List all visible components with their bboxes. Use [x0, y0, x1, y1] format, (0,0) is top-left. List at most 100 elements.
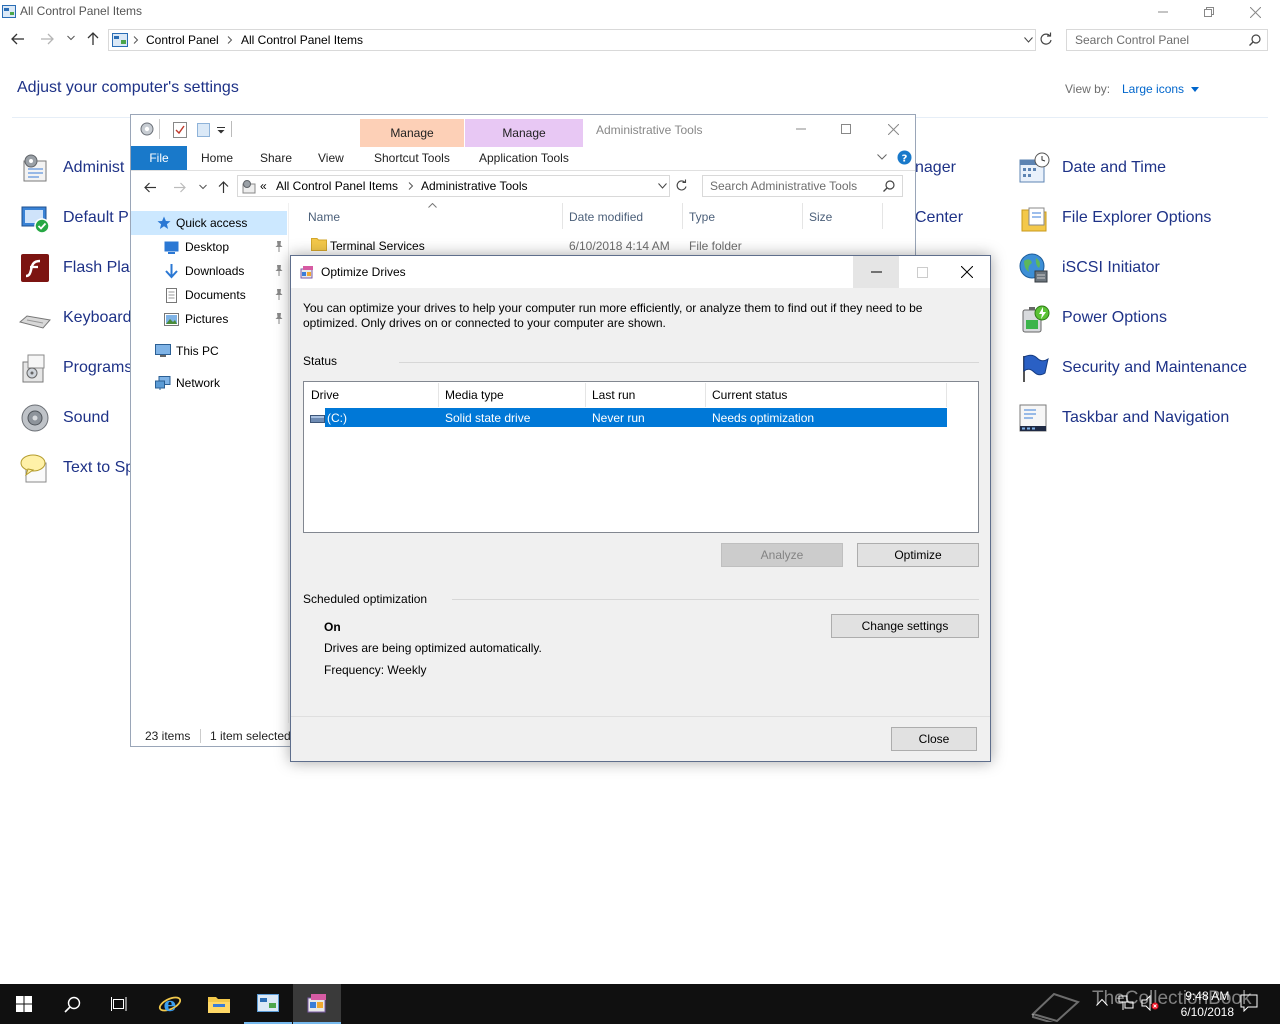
close-button[interactable]: Close	[891, 727, 977, 751]
column-divider[interactable]	[438, 383, 439, 407]
forward-arrow-icon[interactable]	[173, 181, 186, 194]
column-divider[interactable]	[946, 383, 947, 407]
column-divider[interactable]	[682, 203, 683, 229]
close-window-button[interactable]	[1232, 0, 1278, 24]
taskbar-clock[interactable]: 9:48 AM 6/10/2018	[1181, 988, 1234, 1020]
address-bar[interactable]: Control Panel All Control Panel Items	[108, 29, 1036, 51]
column-divider[interactable]	[562, 203, 563, 229]
taskbar-optimize-drives[interactable]	[293, 984, 341, 1024]
nav-desktop[interactable]: Desktop	[131, 235, 287, 259]
breadcrumb-all-items[interactable]: All Control Panel Items	[276, 179, 398, 193]
cp-item-security-and-maintenance[interactable]: Security and Maintenance	[1018, 348, 1247, 388]
search-taskbar-button[interactable]	[48, 984, 96, 1024]
forward-arrow-icon[interactable]	[40, 32, 54, 46]
up-arrow-icon[interactable]	[217, 180, 230, 194]
nav-downloads[interactable]: Downloads	[131, 259, 287, 283]
cp-item-default-programs[interactable]: Default Pr	[19, 198, 134, 238]
view-by-dropdown[interactable]: Large icons	[1122, 82, 1200, 96]
column-header-type[interactable]: Type	[689, 210, 715, 224]
cp-item-power-options[interactable]: Power Options	[1018, 298, 1167, 338]
taskbar-control-panel[interactable]	[244, 984, 292, 1024]
cp-item-administrative-tools[interactable]: Administ	[19, 148, 124, 188]
cp-item-file-explorer-options[interactable]: File Explorer Options	[1018, 198, 1211, 238]
nav-quick-access[interactable]: Quick access	[131, 211, 287, 235]
tab-home[interactable]: Home	[201, 146, 233, 170]
taskbar-file-explorer[interactable]	[195, 984, 243, 1024]
cp-item-keyboard[interactable]: Keyboard	[19, 298, 132, 338]
tab-application-tools[interactable]: Application Tools	[479, 146, 569, 170]
tab-manage-application-tools[interactable]: Manage	[465, 119, 583, 147]
tab-file[interactable]: File	[131, 146, 187, 170]
explorer-minimize-button[interactable]	[789, 119, 813, 139]
tab-share[interactable]: Share	[260, 146, 292, 170]
breadcrumb-overflow-icon[interactable]: «	[260, 179, 267, 193]
column-header-name[interactable]: Name	[308, 210, 340, 224]
drive-row-selected[interactable]: (C:) Solid state drive Never run Needs o…	[325, 408, 947, 427]
column-divider[interactable]	[882, 203, 883, 229]
dialog-close-x-button[interactable]	[944, 256, 990, 288]
nav-this-pc[interactable]: This PC	[131, 339, 287, 363]
dialog-minimize-button[interactable]	[853, 256, 899, 288]
network-tray-icon[interactable]	[1118, 995, 1134, 1011]
explorer-address-bar[interactable]: « All Control Panel Items Administrative…	[237, 175, 670, 197]
cp-item-label-partial[interactable]: nager	[915, 159, 956, 177]
nav-pane-splitter[interactable]	[288, 203, 289, 723]
recent-locations-chevron-icon[interactable]	[199, 184, 207, 190]
column-header-date-modified[interactable]: Date modified	[569, 210, 643, 224]
tab-shortcut-tools[interactable]: Shortcut Tools	[374, 146, 450, 170]
address-dropdown-chevron-icon[interactable]	[658, 183, 667, 189]
drive-list[interactable]: Drive Media type Last run Current status…	[303, 381, 979, 533]
refresh-icon[interactable]	[1039, 32, 1053, 46]
tab-manage-shortcut-tools[interactable]: Manage	[360, 119, 464, 147]
column-header-media-type[interactable]: Media type	[445, 388, 504, 402]
nav-pictures[interactable]: Pictures	[131, 307, 287, 331]
recent-locations-chevron-icon[interactable]	[67, 35, 75, 41]
change-settings-button[interactable]: Change settings	[831, 614, 979, 638]
column-divider[interactable]	[705, 383, 706, 407]
cp-item-programs-and-features[interactable]: Programs	[19, 348, 132, 388]
task-view-button[interactable]	[96, 984, 144, 1024]
explorer-close-button[interactable]	[881, 119, 905, 139]
explorer-maximize-button[interactable]	[834, 119, 858, 139]
breadcrumb-control-panel[interactable]: Control Panel	[146, 33, 219, 47]
help-icon[interactable]: ?	[897, 150, 912, 165]
search-icon[interactable]	[1249, 34, 1261, 46]
back-arrow-icon[interactable]	[144, 181, 157, 194]
properties-checkmark-icon[interactable]	[173, 122, 187, 138]
analyze-button[interactable]: Analyze	[721, 543, 843, 567]
nav-network[interactable]: Network	[131, 371, 287, 395]
back-arrow-icon[interactable]	[11, 32, 25, 46]
file-row[interactable]: Terminal Services 6/10/2018 4:14 AM File…	[301, 235, 901, 255]
column-divider[interactable]	[802, 203, 803, 229]
column-header-current-status[interactable]: Current status	[712, 388, 787, 402]
action-center-icon[interactable]	[1240, 994, 1258, 1012]
refresh-icon[interactable]	[675, 179, 688, 192]
cp-item-label-partial[interactable]: Center	[915, 209, 963, 227]
column-header-last-run[interactable]: Last run	[592, 388, 635, 402]
search-icon[interactable]	[883, 180, 895, 192]
restore-button[interactable]	[1186, 0, 1232, 24]
optimize-button[interactable]: Optimize	[857, 543, 979, 567]
minimize-button[interactable]	[1140, 0, 1186, 24]
breadcrumb-all-items[interactable]: All Control Panel Items	[241, 33, 363, 47]
properties-gear-icon[interactable]	[139, 121, 155, 137]
taskbar-internet-explorer[interactable]: e	[146, 984, 194, 1024]
search-control-panel-input[interactable]: Search Control Panel	[1066, 29, 1268, 51]
show-hidden-icons-chevron-icon[interactable]	[1096, 998, 1108, 1006]
volume-muted-icon[interactable]	[1141, 995, 1159, 1011]
cp-item-taskbar-and-navigation[interactable]: Taskbar and Navigation	[1018, 398, 1229, 438]
cp-item-date-and-time[interactable]: Date and Time	[1018, 148, 1166, 188]
column-divider[interactable]	[585, 383, 586, 407]
expand-ribbon-chevron-icon[interactable]	[877, 154, 887, 160]
breadcrumb-admin-tools[interactable]: Administrative Tools	[421, 179, 528, 193]
cp-item-sound[interactable]: Sound	[19, 398, 109, 438]
address-dropdown-chevron-icon[interactable]	[1024, 37, 1033, 43]
up-arrow-icon[interactable]	[86, 31, 100, 46]
tab-view[interactable]: View	[318, 146, 344, 170]
new-folder-icon[interactable]	[197, 123, 210, 137]
cp-item-flash-player[interactable]: Flash Play	[19, 248, 138, 288]
start-button[interactable]	[0, 984, 48, 1024]
nav-documents[interactable]: Documents	[131, 283, 287, 307]
column-header-drive[interactable]: Drive	[311, 388, 339, 402]
search-admin-tools-input[interactable]: Search Administrative Tools	[702, 175, 903, 197]
